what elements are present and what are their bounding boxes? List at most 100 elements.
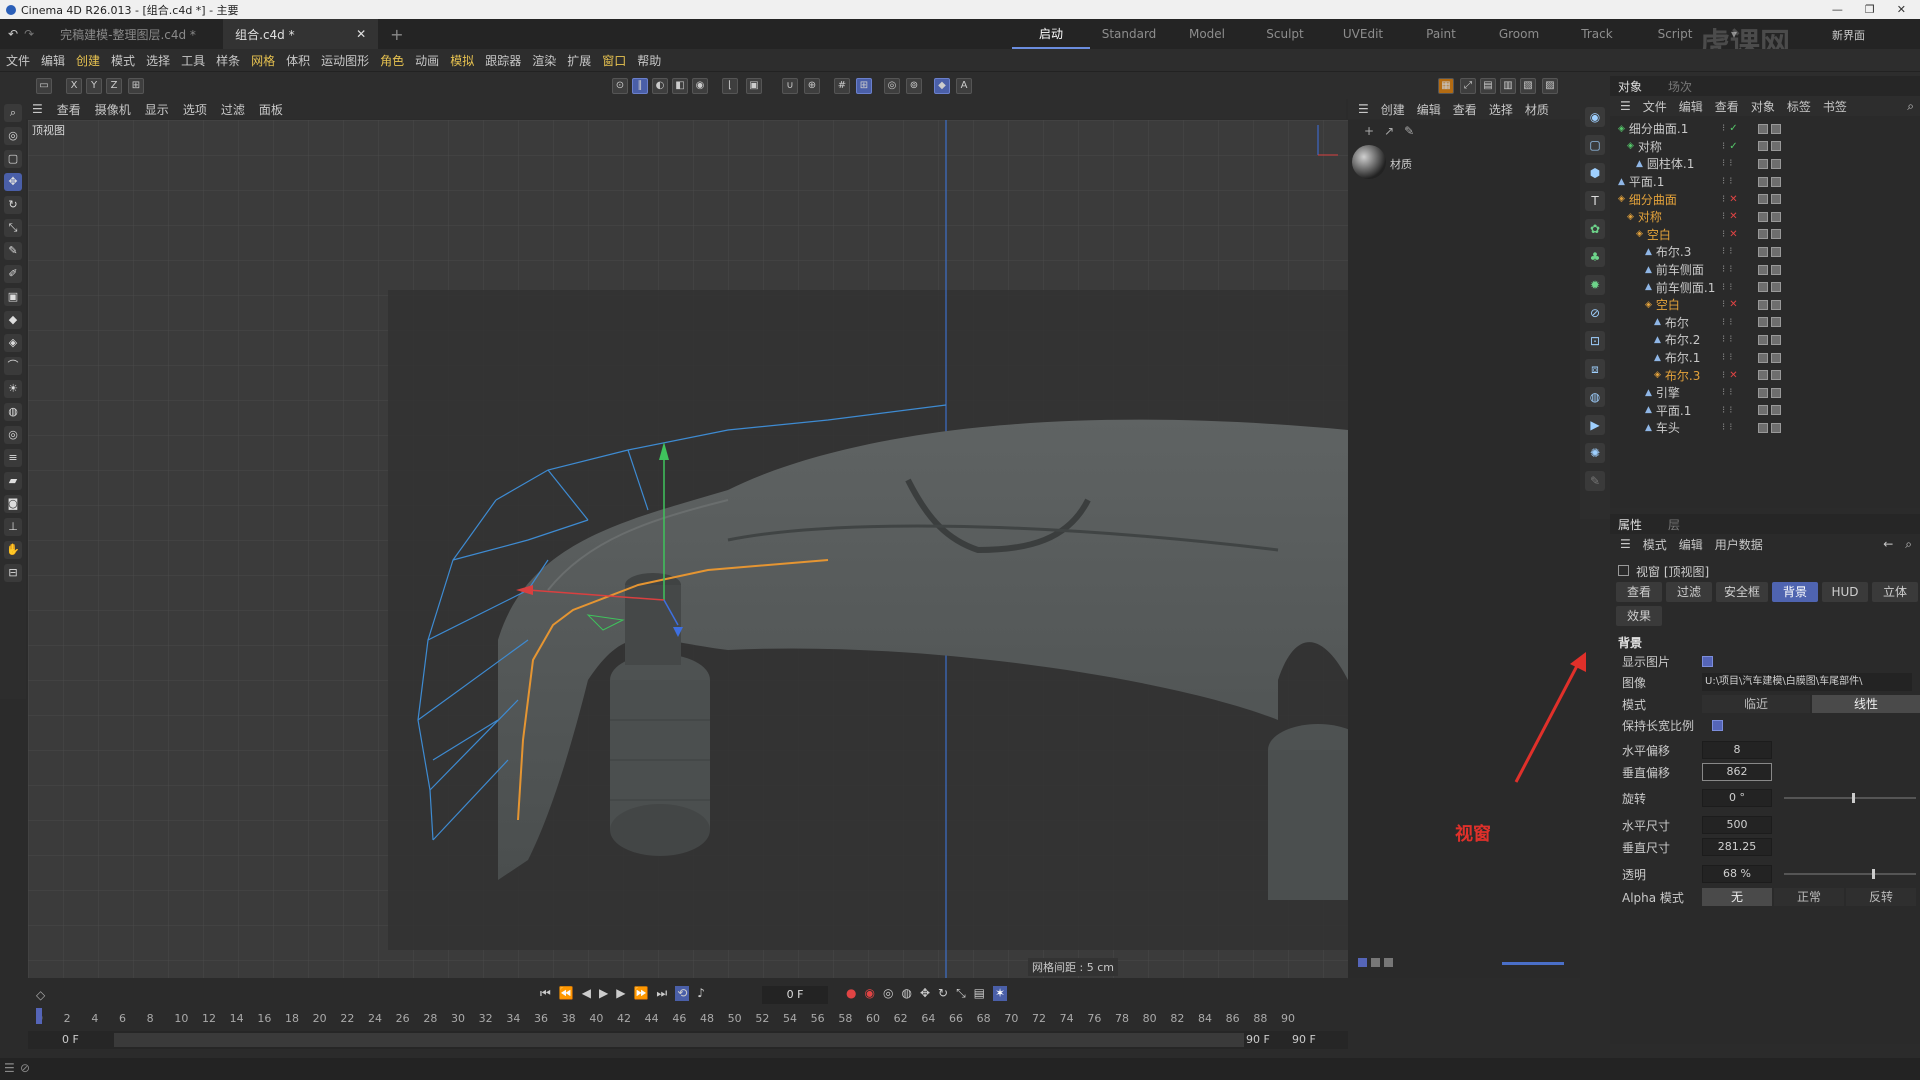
visibility-flags[interactable]: ⁝ ⁝ <box>1722 334 1732 345</box>
back-arrow-icon[interactable]: ← <box>1883 537 1893 551</box>
bend-deformer-icon[interactable]: ⌒ <box>4 357 22 375</box>
list-view-icon[interactable] <box>1358 958 1367 967</box>
render-picture-viewer-icon[interactable]: ⤢ <box>1460 78 1476 94</box>
visibility-dot-icon[interactable]: ⁝ <box>1722 141 1725 152</box>
visibility-flags[interactable]: ⁝ ✕ <box>1722 299 1738 310</box>
tag-icon[interactable] <box>1758 123 1768 134</box>
h-size-field[interactable]: 500 <box>1702 816 1772 834</box>
solo-icon[interactable]: ▣ <box>746 78 762 94</box>
tag-icon[interactable] <box>1771 334 1781 345</box>
tab-doc-1[interactable]: 完稿建模-整理图层.c4d * <box>48 19 223 49</box>
minimize-button[interactable]: — <box>1832 3 1843 16</box>
layout-tab-sculpt[interactable]: Sculpt <box>1246 19 1324 49</box>
visibility-flags[interactable]: ⁝ ⁝ <box>1722 282 1732 293</box>
tag-icon[interactable] <box>1758 229 1768 240</box>
enabled-dot-icon[interactable]: ⁝ <box>1729 334 1732 345</box>
render-settings-icon[interactable]: ◎ <box>884 78 900 94</box>
object-row[interactable]: ◈ 对称 ⁝ ✓ <box>1610 138 1920 156</box>
alpha-none-button[interactable]: 无 <box>1702 888 1772 906</box>
visibility-flags[interactable]: ⁝ ✕ <box>1722 211 1738 222</box>
new-layout-button[interactable]: 新界面 <box>1832 27 1865 43</box>
menu-volume[interactable]: 体积 <box>286 52 310 69</box>
obj-menu-file[interactable]: 文件 <box>1643 98 1667 115</box>
layout-tab-startup[interactable]: 启动 <box>1012 19 1090 49</box>
close-button[interactable]: ✕ <box>1897 3 1906 16</box>
tag-icon[interactable] <box>1758 334 1768 345</box>
visibility-dot-icon[interactable]: ⁝ <box>1722 282 1725 293</box>
rotation-field[interactable]: 0 ° <box>1702 789 1772 807</box>
hand-tool-icon[interactable]: ✋ <box>4 541 22 559</box>
attribute-search-icon[interactable]: ⌕ <box>1905 537 1912 552</box>
mat-menu-material[interactable]: 材质 <box>1525 101 1549 118</box>
points-mode-icon[interactable]: ⊙ <box>612 78 628 94</box>
visibility-flags[interactable]: ⁝ ✓ <box>1722 141 1738 152</box>
subtab-background[interactable]: 背景 <box>1772 582 1818 602</box>
transparency-field[interactable]: 68 % <box>1702 865 1772 883</box>
obj-menu-tags[interactable]: 标签 <box>1787 98 1811 115</box>
status-menu-icon[interactable]: ☰ <box>4 1061 15 1075</box>
object-row[interactable]: ▲ 平面.1 ⁝ ⁝ <box>1610 173 1920 191</box>
tab-objects[interactable]: 对象 <box>1618 78 1642 95</box>
tab-layers[interactable]: 层 <box>1668 516 1680 533</box>
object-manager-icon[interactable]: ◉ <box>1585 107 1605 127</box>
visibility-dot-icon[interactable]: ⁝ <box>1722 387 1725 398</box>
visibility-dot-icon[interactable]: ⁝ <box>1722 422 1725 433</box>
visibility-dot-icon[interactable]: ⁝ <box>1722 299 1725 310</box>
maximize-button[interactable]: ❐ <box>1865 3 1875 16</box>
visibility-flags[interactable]: ⁝ ⁝ <box>1722 317 1732 328</box>
playhead[interactable] <box>36 1008 42 1024</box>
axis-z-button[interactable]: Z <box>106 78 122 94</box>
tag-icon[interactable] <box>1758 141 1768 152</box>
layout-tab-model[interactable]: Model <box>1168 19 1246 49</box>
tag-icon[interactable] <box>1771 211 1781 222</box>
tab-takes[interactable]: 场次 <box>1668 78 1692 95</box>
tag-icon[interactable] <box>1758 264 1768 275</box>
enabled-dot-icon[interactable]: ⁝ <box>1729 352 1732 363</box>
vp-menu-filter[interactable]: 过滤 <box>221 101 245 118</box>
visibility-flags[interactable]: ⁝ ⁝ <box>1722 405 1732 416</box>
large-view-icon[interactable] <box>1384 958 1393 967</box>
tag-icon[interactable] <box>1771 387 1781 398</box>
mat-menu-edit[interactable]: 编辑 <box>1417 101 1441 118</box>
tag-icon[interactable] <box>1771 264 1781 275</box>
tag-icon[interactable] <box>1771 352 1781 363</box>
alpha-normal-button[interactable]: 正常 <box>1774 888 1844 906</box>
menu-spline[interactable]: 样条 <box>216 52 240 69</box>
vp-menu-display[interactable]: 显示 <box>145 101 169 118</box>
tag-icon[interactable] <box>1758 352 1768 363</box>
axis-x-button[interactable]: X <box>66 78 82 94</box>
object-row[interactable]: ◈ 空白 ⁝ ✕ <box>1610 226 1920 244</box>
search-icon[interactable]: ⌕ <box>4 104 22 122</box>
tag-icon[interactable] <box>1771 317 1781 328</box>
subtab-hud[interactable]: HUD <box>1822 582 1868 602</box>
rotation-slider-handle[interactable] <box>1852 793 1855 803</box>
vp-menu-options[interactable]: 选项 <box>183 101 207 118</box>
vp-menu-cameras[interactable]: 摄像机 <box>95 101 131 118</box>
visibility-dot-icon[interactable]: ⁝ <box>1722 123 1725 134</box>
tag-icon[interactable] <box>1758 370 1768 381</box>
menu-mograph[interactable]: 运动图形 <box>321 52 369 69</box>
visibility-flags[interactable]: ⁝ ⁝ <box>1722 246 1732 257</box>
enabled-dot-icon[interactable]: ⁝ <box>1729 317 1732 328</box>
menu-select[interactable]: 选择 <box>146 52 170 69</box>
object-row[interactable]: ▲ 引擎 ⁝ ⁝ <box>1610 384 1920 402</box>
bookmark-icon[interactable]: ⊡ <box>1585 331 1605 351</box>
object-row[interactable]: ▲ 圆柱体.1 ⁝ ⁝ <box>1610 155 1920 173</box>
layout-tab-uvedit[interactable]: UVEdit <box>1324 19 1402 49</box>
object-row[interactable]: ◈ 布尔.3 ⁝ ✕ <box>1610 366 1920 384</box>
rotation-slider[interactable] <box>1784 797 1916 799</box>
render-settings-2-icon[interactable]: ▨ <box>1542 78 1558 94</box>
render-region-icon[interactable]: ⊚ <box>906 78 922 94</box>
object-row[interactable]: ▲ 布尔 ⁝ ⁝ <box>1610 314 1920 332</box>
camera-object-icon[interactable]: ▶ <box>1585 415 1605 435</box>
subtab-stereo[interactable]: 立体 <box>1872 582 1918 602</box>
subtab-safe-frames[interactable]: 安全框 <box>1716 582 1768 602</box>
object-row[interactable]: ◈ 细分曲面.1 ⁝ ✓ <box>1610 120 1920 138</box>
cube-primitive-icon[interactable]: ▢ <box>1585 135 1605 155</box>
visibility-dot-icon[interactable]: ⁝ <box>1722 246 1725 257</box>
visibility-dot-icon[interactable]: ⁝ <box>1722 229 1725 240</box>
tag-icon[interactable] <box>1771 194 1781 205</box>
layout-tab-standard[interactable]: Standard <box>1090 19 1168 49</box>
menu-create[interactable]: 创建 <box>76 52 100 69</box>
tag-icon[interactable] <box>1758 422 1768 433</box>
